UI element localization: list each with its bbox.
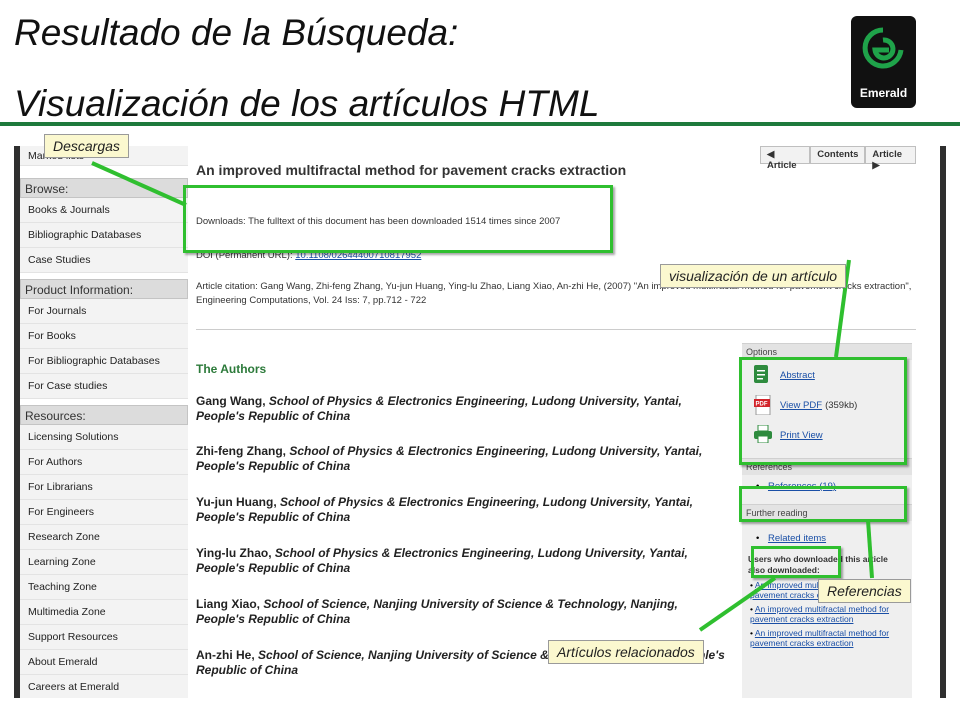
author-affiliation: School of Physics & Electronics Engineer… [196,394,682,423]
nav-item[interactable]: For Authors [20,450,188,475]
tab-label: Article [767,160,797,171]
author-entry: Ying-lu Zhao, School of Physics & Electr… [196,546,726,576]
nav-item[interactable]: For Case studies [20,374,188,399]
related-article-item: • An improved multifractal method for pa… [750,604,890,624]
callout-referencias: Referencias [818,579,911,603]
nav-group-heading: Product Information: [20,279,188,299]
tab-article-next[interactable]: Article ▶ [865,146,916,171]
nav-group-heading: Browse: [20,178,188,198]
nav-item[interactable]: About Emerald [20,650,188,675]
slide-title-line1: Resultado de la Búsqueda: [14,12,459,53]
nav-item[interactable]: For Engineers [20,500,188,525]
related-article-link[interactable]: An improved multifractal method for pave… [750,604,889,624]
nav-group: Resources: Licensing Solutions For Authors… [20,405,188,698]
callout-visualizacion: visualización de un artículo [660,264,847,288]
nav-item[interactable]: For Journals [20,299,188,324]
author-name: An-zhi He, [196,648,255,662]
divider [196,329,916,330]
related-items-link[interactable]: Related items [768,533,826,544]
slide-title-line2: Visualización de los artículos HTML [14,83,600,124]
related-article-link[interactable]: An improved multifractal method for pave… [750,628,889,648]
nav-groups: Browse: Books & Journals Bibliographic Dat… [20,178,188,698]
tab-article-prev[interactable]: ◀ Article [760,146,811,171]
nav-group: Product Information: For Journals For Book… [20,279,188,399]
author-entry: Yu-jun Huang, School of Physics & Electr… [196,495,726,525]
author-entry: Gang Wang, School of Physics & Electroni… [196,394,726,424]
nav-item[interactable]: Learning Zone [20,550,188,575]
related-article-item: • An improved multifractal method for pa… [750,628,890,648]
nav-item[interactable]: For Books [20,324,188,349]
highlight-references [739,486,907,522]
nav-item[interactable]: Multimedia Zone [20,600,188,625]
highlight-options [739,357,907,465]
tab-label: Article [872,149,902,160]
nav-item[interactable]: Teaching Zone [20,575,188,600]
author-name: Zhi-feng Zhang, [196,444,286,458]
left-navigation: Marked lists Browse:Books & JournalsBibl… [20,146,188,698]
nav-item[interactable]: Bibliographic Databases [20,223,188,248]
highlight-downloads [183,185,613,253]
article-title: An improved multifractal method for pave… [196,162,627,178]
emerald-logo: Emerald [851,16,916,108]
nav-group-heading: Resources: [20,405,188,425]
nav-item[interactable]: Careers at Emerald [20,675,188,698]
nav-item[interactable]: Licensing Solutions [20,425,188,450]
tab-contents[interactable]: Contents [810,146,866,164]
author-name: Ying-lu Zhao, [196,546,272,560]
authors-heading: The Authors [196,362,267,376]
emerald-swirl-icon [862,27,904,69]
nav-item[interactable]: For Librarians [20,475,188,500]
author-name: Yu-jun Huang, [196,495,277,509]
logo-text: Emerald [859,86,908,100]
nav-item[interactable]: Books & Journals [20,198,188,223]
author-affiliation: School of Science, Nanjing University of… [196,597,678,626]
nav-item[interactable]: Support Resources [20,625,188,650]
highlight-related [751,546,841,578]
callout-relacionados: Artículos relacionados [548,640,704,664]
author-name: Gang Wang, [196,394,266,408]
article-tabs: ◀ Article Contents Article ▶ [760,146,916,171]
nav-item[interactable]: Research Zone [20,525,188,550]
nav-item[interactable]: Case Studies [20,248,188,273]
slide-title: Resultado de la Búsqueda: Visualización … [14,14,599,122]
callout-descargas: Descargas [44,134,129,158]
author-entry: Zhi-feng Zhang, School of Physics & Elec… [196,444,726,474]
nav-group: Browse: Books & Journals Bibliographic Dat… [20,178,188,273]
author-entry: Liang Xiao, School of Science, Nanjing U… [196,597,726,627]
title-rule [0,122,960,126]
author-name: Liang Xiao, [196,597,261,611]
nav-item[interactable]: For Bibliographic Databases [20,349,188,374]
